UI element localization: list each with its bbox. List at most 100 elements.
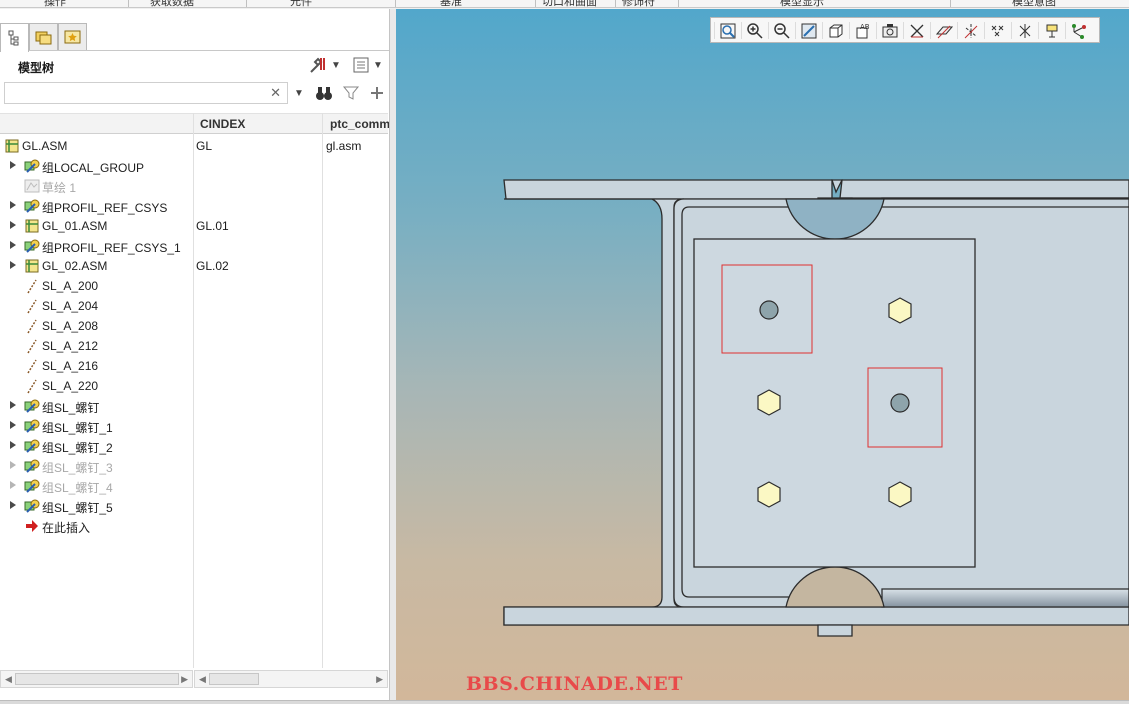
tree-row-ptc-comm: gl.asm: [326, 139, 362, 153]
tree-row[interactable]: GL_02.ASM GL.02: [0, 256, 388, 276]
perspective-icon[interactable]: [903, 19, 930, 42]
tree-row[interactable]: SL_A_216: [0, 356, 388, 376]
settings-tools-icon[interactable]: [307, 55, 329, 75]
tree-search-box[interactable]: ✕: [4, 82, 288, 104]
tab-folder-browser[interactable]: [29, 23, 58, 50]
show-tree-columns-icon[interactable]: [350, 55, 372, 75]
curve-icon: [24, 318, 40, 334]
view-manager-icon[interactable]: [876, 19, 903, 42]
tree-row-label: 草绘 1: [42, 181, 77, 195]
expand-arrow-icon[interactable]: [9, 480, 17, 490]
repaint-icon[interactable]: [795, 19, 822, 42]
expand-arrow-icon[interactable]: [9, 500, 17, 510]
tree-row-label: SL_A_216: [42, 359, 99, 373]
zoom-in-icon[interactable]: [741, 19, 768, 42]
search-dropdown-chevron-icon[interactable]: ▼: [292, 83, 306, 103]
datum-points-icon[interactable]: [984, 19, 1011, 42]
expand-arrow-icon[interactable]: [9, 240, 17, 250]
show-dropdown-chevron-icon[interactable]: ▼: [372, 55, 384, 75]
spin-center-icon[interactable]: [1065, 19, 1092, 42]
ribbon-group-modifiers[interactable]: 修饰符: [622, 0, 655, 7]
tree-hscrollbar[interactable]: ◀ ▶: [0, 670, 193, 688]
insert-here-icon: [24, 518, 40, 534]
tree-row[interactable]: 组SL_螺钉_4: [0, 476, 388, 496]
group-icon: [24, 478, 40, 494]
sketch-icon: [24, 178, 40, 194]
tree-row-label: SL_A_200: [42, 279, 99, 293]
tree-row[interactable]: 组SL_螺钉_1: [0, 416, 388, 436]
csys-icon[interactable]: [1011, 19, 1038, 42]
tree-row[interactable]: 草绘 1: [0, 176, 388, 196]
ribbon-group-operations[interactable]: 操作: [44, 0, 66, 7]
tree-row-label: SL_A_204: [42, 299, 99, 313]
expand-arrow-icon[interactable]: [9, 420, 17, 430]
tree-row[interactable]: SL_A_204: [0, 296, 388, 316]
tree-row[interactable]: SL_A_212: [0, 336, 388, 356]
ribbon-group-component[interactable]: 元件: [290, 0, 312, 7]
ribbon-group-bar: 操作 获取数据 元件 基准 切口和曲面 修饰符 模型显示 模型意图: [0, 0, 1129, 8]
scroll-right-arrow-icon[interactable]: ▶: [376, 674, 383, 685]
datum-planes-icon[interactable]: [930, 19, 957, 42]
scroll-left-arrow-icon[interactable]: ◀: [5, 674, 12, 685]
tree-row[interactable]: GL_01.ASM GL.01: [0, 216, 388, 236]
tree-row[interactable]: 组SL_螺钉_5: [0, 496, 388, 516]
filter-icon[interactable]: [340, 83, 362, 103]
tab-favorites[interactable]: [58, 23, 87, 50]
graphics-viewport[interactable]: AB BBS.CHINADE.NET: [396, 9, 1129, 700]
tree-row[interactable]: 组SL_螺钉_3: [0, 456, 388, 476]
tree-row[interactable]: 组LOCAL_GROUP: [0, 156, 388, 176]
saved-views-icon[interactable]: AB: [849, 19, 876, 42]
expand-arrow-icon[interactable]: [9, 200, 17, 210]
column-header-ptc-comm[interactable]: ptc_comm: [330, 117, 390, 131]
display-style-icon[interactable]: [822, 19, 849, 42]
tree-row[interactable]: 组SL_螺钉_2: [0, 436, 388, 456]
add-column-icon[interactable]: [366, 83, 388, 103]
status-bar: [0, 700, 1129, 704]
scroll-right-arrow-icon[interactable]: ▶: [181, 674, 188, 685]
ribbon-group-datum[interactable]: 基准: [440, 0, 462, 7]
graphics-toolbar: AB: [710, 17, 1100, 43]
expand-arrow-icon[interactable]: [9, 160, 17, 170]
scroll-thumb[interactable]: [209, 673, 259, 685]
settings-dropdown-chevron-icon[interactable]: ▼: [330, 55, 342, 75]
tree-row[interactable]: SL_A_220: [0, 376, 388, 396]
ribbon-group-model-display[interactable]: 模型显示: [780, 0, 824, 7]
watermark: BBS.CHINADE.NET: [466, 673, 683, 695]
beam-profile: [503, 179, 1129, 637]
model-tree-icon: [8, 30, 18, 46]
annotations-icon[interactable]: [1038, 19, 1065, 42]
tree-row-label: 在此插入: [42, 521, 91, 535]
tree-row[interactable]: 组PROFIL_REF_CSYS_1: [0, 236, 388, 256]
expand-arrow-icon[interactable]: [9, 440, 17, 450]
ribbon-group-get-data[interactable]: 获取数据: [150, 0, 194, 7]
scroll-left-arrow-icon[interactable]: ◀: [199, 674, 206, 685]
model-tree-panel: 模型树 ▼ ▼ ✕ ▼ CINDEX ptc_comm GL.ASM GL gl…: [0, 9, 390, 700]
columns-hscrollbar[interactable]: ◀ ▶: [194, 670, 388, 688]
column-header-cindex[interactable]: CINDEX: [200, 117, 245, 131]
navigator-tabs: [0, 21, 390, 52]
tree-search-input[interactable]: [5, 83, 265, 103]
datum-axes-icon[interactable]: [957, 19, 984, 42]
ribbon-group-model-intent[interactable]: 模型意图: [1012, 0, 1056, 7]
find-binoculars-icon[interactable]: [313, 83, 335, 103]
tree-row[interactable]: SL_A_200: [0, 276, 388, 296]
zoom-out-icon[interactable]: [768, 19, 795, 42]
expand-arrow-icon[interactable]: [9, 460, 17, 470]
ribbon-group-cut-surface[interactable]: 切口和曲面: [542, 0, 597, 7]
tree-row[interactable]: GL.ASM GL gl.asm: [0, 136, 388, 156]
tree-row[interactable]: 组PROFIL_REF_CSYS: [0, 196, 388, 216]
tree-row[interactable]: 组SL_螺钉: [0, 396, 388, 416]
scroll-thumb[interactable]: [15, 673, 179, 685]
tree-row-label: 组PROFIL_REF_CSYS_1: [42, 241, 181, 255]
tree-row[interactable]: SL_A_208: [0, 316, 388, 336]
expand-arrow-icon[interactable]: [9, 260, 17, 270]
expand-arrow-icon[interactable]: [9, 400, 17, 410]
group-icon: [24, 238, 40, 254]
refit-icon[interactable]: [714, 19, 741, 42]
search-clear-icon[interactable]: ✕: [270, 85, 281, 101]
curve-icon: [24, 338, 40, 354]
tree-row[interactable]: 在此插入: [0, 516, 388, 536]
tab-model-tree[interactable]: [0, 23, 29, 52]
panel-splitter[interactable]: [389, 9, 396, 700]
expand-arrow-icon[interactable]: [9, 220, 17, 230]
